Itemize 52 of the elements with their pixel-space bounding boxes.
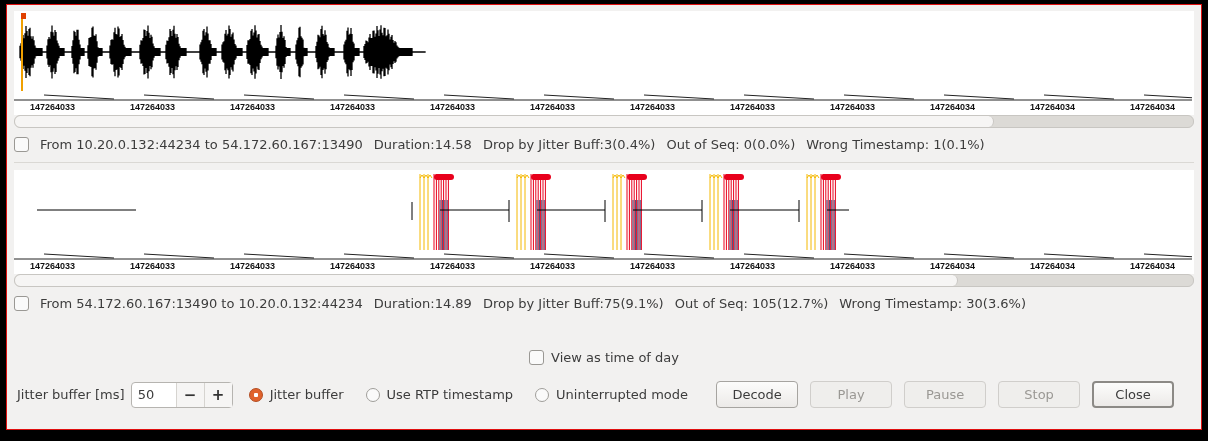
checkbox[interactable] xyxy=(14,136,29,152)
jitter-buffer-field[interactable]: 50 − + xyxy=(130,381,233,408)
tick-label: 147264033 xyxy=(729,101,777,114)
checkbox-label: View as time of day xyxy=(551,349,679,365)
tick-label: 147264033 xyxy=(29,260,77,273)
stream-stat: Out of Seq: 105(12.7%) xyxy=(674,295,829,311)
stream-stat: Drop by Jitter Buff:75(9.1%) xyxy=(482,295,664,311)
tick-label: 147264034 xyxy=(1129,101,1177,114)
tick-label: 147264033 xyxy=(429,260,477,273)
tick-label: 147264034 xyxy=(1029,101,1077,114)
dialog-button[interactable]: Close xyxy=(1092,381,1175,408)
decode-button[interactable]: Decode xyxy=(716,381,799,408)
tick-label: 147264033 xyxy=(629,260,677,273)
tick-label: 147264034 xyxy=(929,260,977,273)
tick-label: 147264033 xyxy=(729,260,777,273)
tick-label: 147264034 xyxy=(1029,260,1077,273)
tick-label: 147264033 xyxy=(29,101,77,114)
tick-label: 147264033 xyxy=(229,260,277,273)
tick-label: 147264033 xyxy=(629,101,677,114)
tick-label: 147264033 xyxy=(229,101,277,114)
tick-label: 147264033 xyxy=(129,101,177,114)
tick-label: 147264033 xyxy=(529,260,577,273)
tick-label: 147264034 xyxy=(1129,260,1177,273)
tick-label: 147264033 xyxy=(529,101,577,114)
tick-label: 147264034 xyxy=(929,101,977,114)
stream-stat: Out of Seq: 0(0.0%) xyxy=(666,136,796,152)
tick-label: 147264033 xyxy=(329,101,377,114)
radio-button[interactable] xyxy=(365,387,380,402)
tick-label: 147264033 xyxy=(429,101,477,114)
checkbox[interactable] xyxy=(529,349,545,365)
tick-label: 147264033 xyxy=(329,260,377,273)
stream-stat: Duration:14.89 xyxy=(373,295,472,311)
decrement-button[interactable]: − xyxy=(175,382,204,407)
tick-label: 147264033 xyxy=(829,260,877,273)
radio-button[interactable] xyxy=(248,387,263,402)
tick-label: 147264033 xyxy=(829,101,877,114)
stream-description: From 54.172.60.167:13490 to 10.20.0.132:44234 xyxy=(40,295,363,311)
jitter-buffer-label: Jitter buffer [ms] xyxy=(17,387,125,402)
stream-stat: Duration:14.58 xyxy=(373,136,472,152)
radio-button[interactable] xyxy=(535,387,550,402)
stream-stat: Drop by Jitter Buff:3(0.4%) xyxy=(482,136,656,152)
tick-label: 147264033 xyxy=(129,260,177,273)
radio-label: Use RTP timestamp xyxy=(386,387,514,402)
stream-stat: Wrong Timestamp: 30(3.6%) xyxy=(839,295,1027,311)
stream-stat: Wrong Timestamp: 1(0.1%) xyxy=(806,136,985,152)
radio-label: Jitter buffer xyxy=(269,387,344,402)
stream-description: From 10.20.0.132:44234 to 54.172.60.167:13490 xyxy=(40,136,363,152)
scrollbar[interactable] xyxy=(14,274,1194,287)
radio-label: Uninterrupted mode xyxy=(556,387,689,402)
increment-button[interactable]: + xyxy=(203,382,232,407)
scrollbar[interactable] xyxy=(14,115,1194,128)
checkbox[interactable] xyxy=(14,295,29,311)
